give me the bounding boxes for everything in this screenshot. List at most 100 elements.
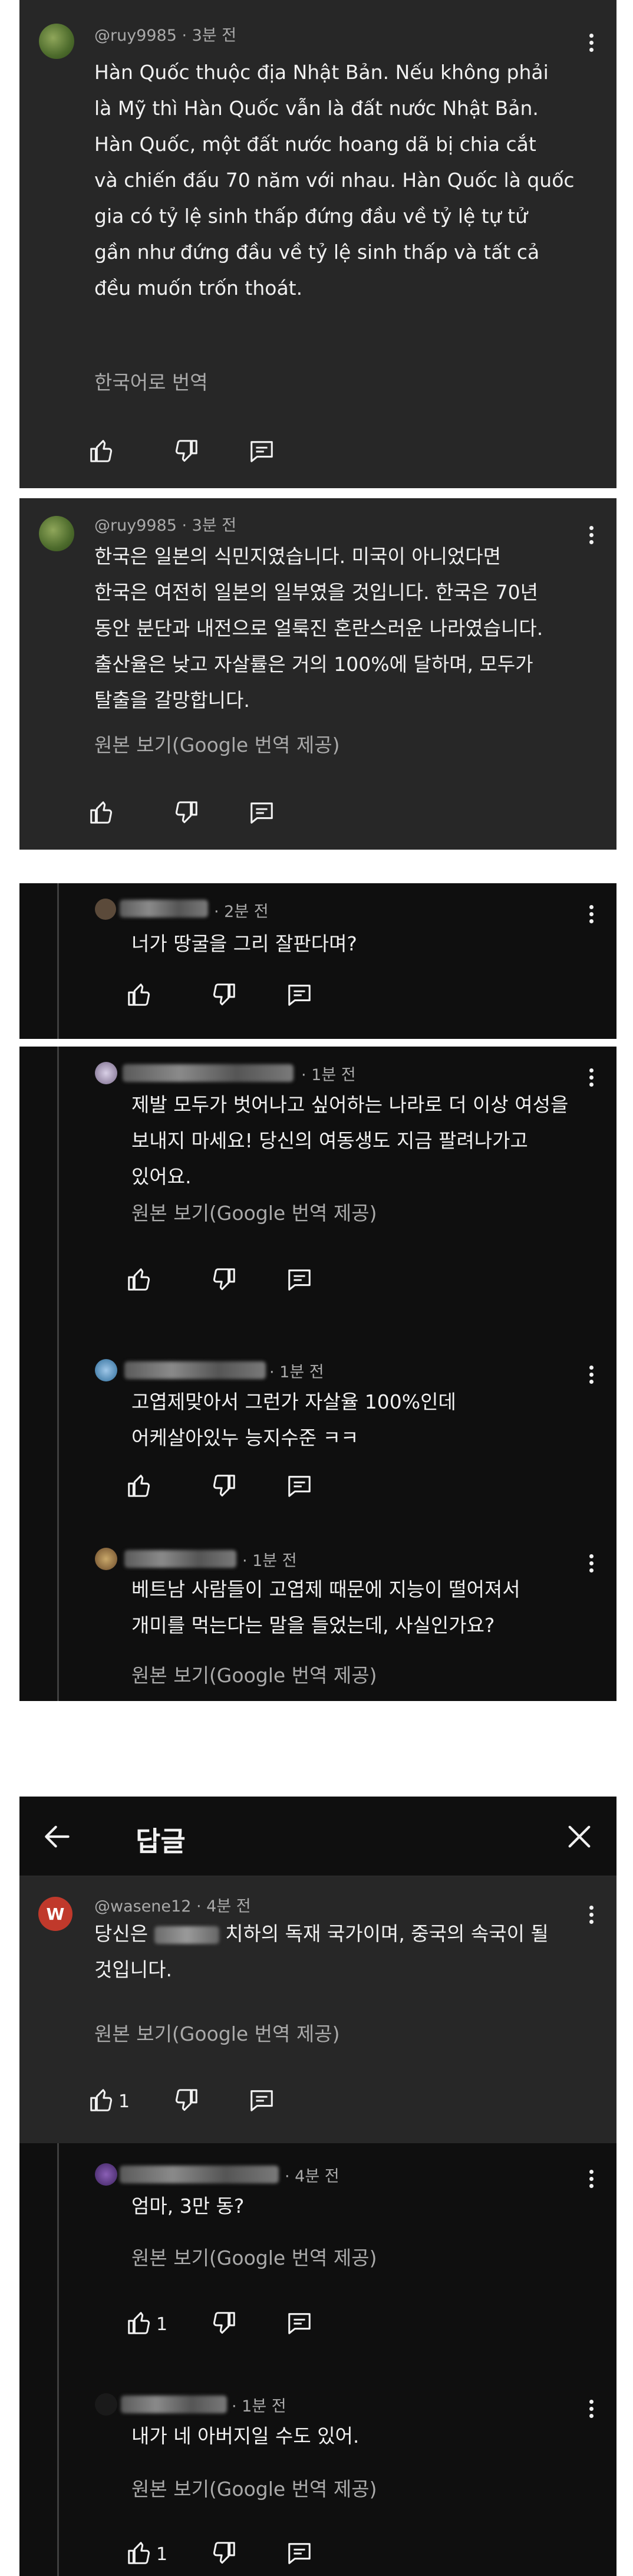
like-icon[interactable]: 1 <box>126 2539 167 2572</box>
like-icon[interactable] <box>126 1472 159 1505</box>
timestamp: · 4분 전 <box>285 2167 339 2186</box>
dislike-icon[interactable] <box>173 437 206 471</box>
avatar[interactable] <box>95 2393 117 2416</box>
reply-text: 제발 모두가 벗어나고 싶어하는 나라로 더 이상 여성을 보내지 마세요! 당… <box>131 1087 597 1195</box>
avatar[interactable] <box>95 899 116 920</box>
timestamp: · 1분 전 <box>269 1363 324 1381</box>
reply-icon[interactable] <box>286 981 319 1014</box>
avatar[interactable] <box>95 1359 117 1381</box>
reply-icon[interactable] <box>248 2087 281 2120</box>
redacted-handle <box>121 2396 227 2413</box>
avatar[interactable] <box>39 24 74 59</box>
translate-link[interactable]: 한국어로 번역 <box>94 367 208 395</box>
avatar[interactable]: W <box>38 1897 72 1931</box>
dislike-icon[interactable] <box>210 2539 243 2572</box>
avatar[interactable] <box>95 2163 117 2186</box>
comment-line: và chiến đấu 70 năm với nhau. Hàn Quốc l… <box>94 169 575 192</box>
translate-link[interactable]: 원본 보기(Google 번역 제공) <box>131 1660 377 1688</box>
comment-text: 한국은 일본의 식민지였습니다. 미국이 아니었다면 한국은 여전히 일본의 일… <box>94 538 601 718</box>
reply-text: 베트남 사람들이 고엽제 때문에 지능이 떨어져서 개미를 먹는다는 말을 들었… <box>131 1571 597 1643</box>
reply-line: 너가 땅굴을 그리 잘판다며? <box>131 932 357 955</box>
reply-icon[interactable] <box>286 1472 319 1505</box>
dislike-icon[interactable] <box>210 1266 243 1299</box>
dislike-icon[interactable] <box>173 2087 206 2120</box>
main-comment-card: W @wasene12 · 4분 전 당신은 치하의 독재 국가이며, 중국의 … <box>19 1877 616 2143</box>
translate-link[interactable]: 원본 보기(Google 번역 제공) <box>131 1197 377 1226</box>
comment-meta: @ruy9985 · 3분 전 <box>94 516 237 535</box>
reply-card-1: · 2분 전 너가 땅굴을 그리 잘판다며? <box>19 883 616 1039</box>
like-icon[interactable]: 1 <box>88 2087 130 2120</box>
reply-actions <box>126 981 361 1014</box>
translate-link[interactable]: 원본 보기(Google 번역 제공) <box>131 2473 377 2502</box>
like-count: 1 <box>156 2544 168 2565</box>
redacted-handle <box>120 2166 279 2183</box>
avatar[interactable] <box>39 516 74 551</box>
reply-line: 엄마, 3만 동? <box>131 2195 245 2218</box>
text-suffix: 치하의 독재 국가이며, 중국의 속국이 될 <box>225 1922 549 1945</box>
comment-card-2: @ruy9985 · 3분 전 한국은 일본의 식민지였습니다. 미국이 아니었… <box>19 498 616 850</box>
dislike-icon[interactable] <box>210 2309 243 2343</box>
reply-icon[interactable] <box>248 799 281 832</box>
reply-text: 내가 네 아버지일 수도 있어. <box>131 2418 597 2454</box>
more-icon[interactable] <box>582 901 600 927</box>
comment-actions <box>88 437 324 471</box>
comment-line: Hàn Quốc, một đất nước hoang dã bị chia … <box>94 133 536 156</box>
reply-icon[interactable] <box>286 1266 319 1299</box>
dislike-icon[interactable] <box>173 799 206 832</box>
reply-actions: 1 <box>126 2539 361 2572</box>
avatar-letter: W <box>46 1904 65 1924</box>
like-icon[interactable] <box>88 799 121 832</box>
close-icon[interactable] <box>563 1820 596 1853</box>
more-icon[interactable] <box>582 29 600 55</box>
author-handle[interactable]: @wasene12 <box>94 1897 191 1916</box>
timestamp: 3분 전 <box>192 27 237 45</box>
author-handle[interactable]: @ruy9985 <box>94 27 177 45</box>
reply-text: 너가 땅굴을 그리 잘판다며? <box>131 926 591 962</box>
reply-actions <box>126 1266 361 1299</box>
comment-actions: 1 <box>88 2087 324 2120</box>
like-icon[interactable] <box>126 1266 159 1299</box>
comment-line: gần như đứng đầu về tỷ lệ sinh thấp và t… <box>94 241 540 264</box>
text-prefix: 당신은 <box>94 1922 149 1945</box>
translate-link[interactable]: 원본 보기(Google 번역 제공) <box>94 2018 339 2047</box>
reply-actions <box>126 1472 361 1505</box>
reply-icon[interactable] <box>286 2539 319 2572</box>
timestamp-text: 2분 전 <box>224 903 269 921</box>
timestamp-text: 1분 전 <box>252 1552 297 1570</box>
author-handle[interactable]: @ruy9985 <box>94 516 177 535</box>
redacted-handle <box>124 1550 236 1568</box>
translate-link[interactable]: 원본 보기(Google 번역 제공) <box>94 729 339 758</box>
comment-line: 당신은 치하의 독재 국가이며, 중국의 속국이 될 <box>94 1916 601 1952</box>
reply-icon[interactable] <box>248 437 281 471</box>
dislike-icon[interactable] <box>210 1472 243 1505</box>
comment-line: 한국은 여전히 일본의 일부였을 것입니다. 한국은 70년 <box>94 581 538 604</box>
reply-text: 고엽제맞아서 그런가 자살율 100%인데 어케살아있누 능지수준 ㅋㅋ <box>131 1384 597 1456</box>
timestamp: · 1분 전 <box>242 1552 297 1570</box>
redacted-handle <box>124 1361 266 1379</box>
replies-header: 답글 <box>19 1797 616 1877</box>
avatar[interactable] <box>95 1062 117 1084</box>
translate-link[interactable]: 원본 보기(Google 번역 제공) <box>131 2242 377 2271</box>
like-icon[interactable] <box>126 981 159 1014</box>
comment-line: là Mỹ thì Hàn Quốc vẫn là đất nước Nhật … <box>94 97 539 120</box>
timestamp: · 1분 전 <box>301 1066 356 1084</box>
thread-line <box>57 2143 59 2576</box>
reply-icon[interactable] <box>286 2309 319 2343</box>
comment-line: 탈출을 갈망합니다. <box>94 689 250 712</box>
like-count: 1 <box>118 2091 130 2112</box>
like-icon[interactable] <box>88 437 121 471</box>
reply-text: 엄마, 3만 동? <box>131 2188 597 2224</box>
timestamp: 4분 전 <box>206 1897 251 1916</box>
redacted-handle <box>123 1064 294 1082</box>
reply-line: 보내지 마세요! 당신의 여동생도 지금 팔려나가고 <box>131 1129 528 1152</box>
dislike-icon[interactable] <box>210 981 243 1014</box>
main-replies-card: · 4분 전 엄마, 3만 동? 원본 보기(Google 번역 제공) 1 ·… <box>19 2143 616 2576</box>
avatar[interactable] <box>95 1548 117 1570</box>
comment-text: Hàn Quốc thuộc địa Nhật Bản. Nếu không p… <box>94 54 601 306</box>
comment-line: 한국은 일본의 식민지였습니다. 미국이 아니었다면 <box>94 545 502 568</box>
back-arrow-icon[interactable] <box>41 1820 74 1853</box>
comment-line: gia có tỷ lệ sinh thấp đứng đầu về tỷ lệ… <box>94 205 528 228</box>
comment-meta: @ruy9985 · 3분 전 <box>94 27 237 45</box>
like-icon[interactable]: 1 <box>126 2309 167 2343</box>
redacted-handle <box>120 900 208 917</box>
